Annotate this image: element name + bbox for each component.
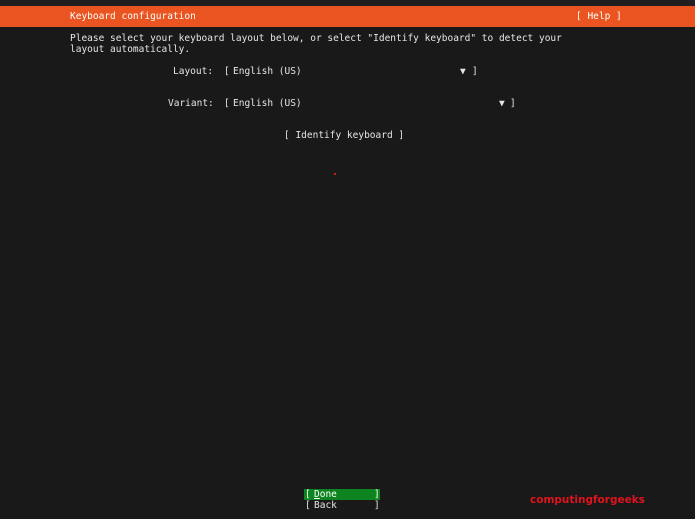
instructions-text: Please select your keyboard layout below… bbox=[70, 33, 562, 55]
done-close-bracket: ] bbox=[374, 489, 380, 500]
back-close-bracket: ] bbox=[374, 500, 380, 511]
chevron-down-icon: ▼ bbox=[460, 66, 466, 77]
variant-open-bracket: [ bbox=[224, 98, 230, 109]
layout-value: English (US) bbox=[233, 66, 302, 77]
chevron-down-icon: ▼ bbox=[499, 98, 505, 109]
layout-close-bracket: ] bbox=[472, 66, 478, 77]
variant-close-bracket: ] bbox=[510, 98, 516, 109]
cursor-dot bbox=[334, 173, 336, 175]
back-label: Back bbox=[314, 500, 337, 511]
variant-label: Variant: bbox=[168, 98, 214, 109]
help-button[interactable]: [ Help ] bbox=[576, 11, 622, 23]
watermark: computingforgeeks bbox=[530, 494, 645, 506]
variant-value: English (US) bbox=[233, 98, 302, 109]
layout-dropdown[interactable]: [ English (US) ▼ ] bbox=[224, 66, 480, 78]
page-title: Keyboard configuration bbox=[70, 11, 196, 22]
layout-open-bracket: [ bbox=[224, 66, 230, 77]
done-open-bracket: [ bbox=[305, 489, 311, 500]
done-button[interactable]: [ Done ] bbox=[304, 489, 380, 500]
back-button[interactable]: [ Back ] bbox=[304, 500, 380, 511]
layout-label: Layout: bbox=[173, 66, 214, 77]
done-label: Done bbox=[314, 489, 337, 500]
variant-dropdown[interactable]: [ English (US) ▼ ] bbox=[224, 98, 519, 110]
identify-keyboard-button[interactable]: [ Identify keyboard ] bbox=[284, 130, 404, 142]
back-open-bracket: [ bbox=[305, 500, 311, 511]
